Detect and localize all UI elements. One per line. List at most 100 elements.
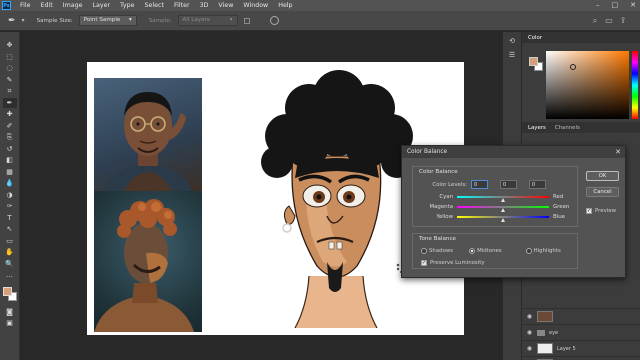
ok-button[interactable]: OK [586, 171, 619, 181]
close-icon[interactable]: ✕ [615, 146, 621, 158]
gradient-tool-icon[interactable]: ▦ [3, 167, 17, 178]
radio-highlights[interactable]: Highlights [525, 248, 561, 254]
quick-select-tool-icon[interactable]: ✎ [3, 75, 17, 86]
close-button[interactable]: ✕ [630, 0, 636, 11]
tools-panel: ✥ ⬚ ◌ ✎ ⌗ ✒ ✚ ✐ ⎘ ↺ ◧ ▦ 💧 ◑ ✑ T ↖ ▭ ✋ 🔍… ◙ ▣ [0, 32, 20, 360]
menu-type[interactable]: Type [115, 0, 139, 11]
color-levels-row: Color Levels: [425, 180, 546, 189]
menu-view[interactable]: View [213, 0, 238, 11]
photoshop-logo: Ps [2, 1, 11, 10]
color-level-input-3[interactable] [529, 180, 546, 189]
color-panel-swatches[interactable] [529, 57, 544, 72]
quick-mask-icon[interactable]: ◙ [3, 307, 17, 318]
color-level-input-2[interactable] [500, 180, 517, 189]
color-panel [522, 43, 640, 122]
show-sampling-ring-checkbox[interactable] [243, 17, 250, 24]
layer-list: ◉ ◉ eye ◉ Layer 5 ◉Layer 18 [522, 308, 640, 360]
marquee-tool-icon[interactable]: ⬚ [3, 52, 17, 63]
search-icon[interactable]: ⌕ [590, 15, 600, 26]
history-brush-tool-icon[interactable]: ↺ [3, 144, 17, 155]
clone-stamp-tool-icon[interactable]: ⎘ [3, 132, 17, 143]
layer-row[interactable]: ◉ Layer 5 [522, 340, 640, 356]
color-balance-group: Color Balance Color Levels: Cyan Red Magen… [412, 166, 578, 227]
healing-brush-tool-icon[interactable]: ✚ [3, 109, 17, 120]
menu-select[interactable]: Select [140, 0, 169, 11]
type-tool-icon[interactable]: T [3, 213, 17, 224]
visibility-eye-icon[interactable]: ◉ [526, 329, 533, 336]
more-tools-icon[interactable]: … [3, 270, 17, 281]
sample-value: All Layers [182, 17, 210, 23]
visibility-eye-icon[interactable]: ◉ [526, 345, 533, 352]
move-tool-icon[interactable]: ✥ [3, 40, 17, 51]
color-picker-field[interactable] [546, 51, 629, 119]
slider-right-label: Red [553, 194, 564, 200]
sample-select[interactable]: All Layers ▾ [177, 15, 238, 26]
pen-tool-icon[interactable]: ✑ [3, 201, 17, 212]
menu-file[interactable]: File [15, 0, 36, 11]
hue-slider[interactable] [632, 51, 638, 119]
maximize-button[interactable]: □ [612, 0, 619, 11]
visibility-eye-icon[interactable]: ◉ [526, 313, 533, 320]
layer-row[interactable]: ◉Layer 18 [522, 356, 640, 360]
preserve-luminosity-checkbox[interactable]: ✓ [421, 260, 427, 266]
cancel-button[interactable]: Cancel [586, 187, 619, 197]
layer-row[interactable]: ◉ eye [522, 324, 640, 340]
zoom-tool-icon[interactable]: 🔍 [3, 259, 17, 270]
color-balance-group-title: Color Balance [419, 169, 458, 175]
minimize-button[interactable]: – [596, 0, 600, 11]
dodge-tool-icon[interactable]: ◑ [3, 190, 17, 201]
rectangle-tool-icon[interactable]: ▭ [3, 236, 17, 247]
menu-filter[interactable]: Filter [169, 0, 195, 11]
preserve-luminosity-row[interactable]: ✓ Preserve Luminosity [421, 260, 485, 266]
brush-tool-icon[interactable]: ✐ [3, 121, 17, 132]
history-panel-icon[interactable]: ⟲ [506, 36, 518, 46]
radio-shadows-dot[interactable] [421, 248, 427, 254]
slider-right-label: Blue [553, 214, 565, 220]
color-balance-dialog: Color Balance ✕ Color Balance Color Leve… [401, 145, 626, 278]
color-picker-ring-icon[interactable] [570, 64, 576, 70]
foreground-color-swatch[interactable] [529, 57, 538, 66]
preview-row[interactable]: ✓ Preview [586, 208, 616, 214]
tab-layers[interactable]: Layers [528, 125, 546, 131]
radio-midtones[interactable]: Midtones [469, 248, 502, 254]
path-select-tool-icon[interactable]: ↖ [3, 224, 17, 235]
properties-panel-icon[interactable]: ☰ [506, 50, 518, 60]
tab-channels[interactable]: Channels [555, 125, 580, 131]
screen-mode-icon[interactable]: ▣ [3, 318, 17, 329]
dialog-title-bar[interactable]: Color Balance ✕ [402, 146, 625, 158]
radio-midtones-label: Midtones [477, 248, 502, 254]
eyedropper-options-icon[interactable]: ✒ [8, 16, 16, 26]
workspace-icon[interactable]: ▭ [604, 15, 614, 26]
radio-midtones-dot[interactable] [469, 248, 476, 254]
crop-tool-icon[interactable]: ⌗ [3, 86, 17, 97]
radio-shadows[interactable]: Shadows [421, 248, 453, 254]
slider-left-label: Magenta [429, 204, 453, 210]
share-icon[interactable]: ⇪ [618, 15, 628, 26]
eyedropper-tool-icon[interactable]: ✒ [2, 97, 17, 108]
dialog-title: Color Balance [407, 149, 448, 155]
menu-layer[interactable]: Layer [87, 0, 115, 11]
lasso-tool-icon[interactable]: ◌ [3, 63, 17, 74]
menu-3d[interactable]: 3D [195, 0, 214, 11]
color-level-input-1[interactable] [471, 180, 488, 189]
foreground-color-swatch[interactable] [2, 286, 12, 296]
hand-tool-icon[interactable]: ✋ [3, 247, 17, 258]
radio-highlights-dot[interactable] [525, 248, 532, 254]
preview-checkbox[interactable]: ✓ [586, 208, 592, 214]
color-swatches[interactable] [2, 286, 18, 304]
blur-tool-icon[interactable]: 💧 [3, 178, 17, 189]
tone-balance-group: Tone Balance Shadows Midtones Highlights… [412, 233, 578, 269]
slider-thumb[interactable] [500, 218, 505, 222]
tab-color[interactable]: Color [528, 35, 542, 41]
slider-left-label: Cyan [439, 194, 453, 200]
layer-row[interactable]: ◉ [522, 308, 640, 324]
sample-size-select[interactable]: Point Sample ▾ [78, 15, 137, 26]
radio-shadows-label: Shadows [429, 248, 454, 254]
menu-image[interactable]: Image [58, 0, 88, 11]
sampling-ring-icon [269, 16, 279, 25]
menu-help[interactable]: Help [273, 0, 297, 11]
menu-window[interactable]: Window [238, 0, 273, 11]
menu-edit[interactable]: Edit [36, 0, 58, 11]
eraser-tool-icon[interactable]: ◧ [3, 155, 17, 166]
tool-preset-chevron-icon[interactable]: ▾ [22, 17, 25, 24]
